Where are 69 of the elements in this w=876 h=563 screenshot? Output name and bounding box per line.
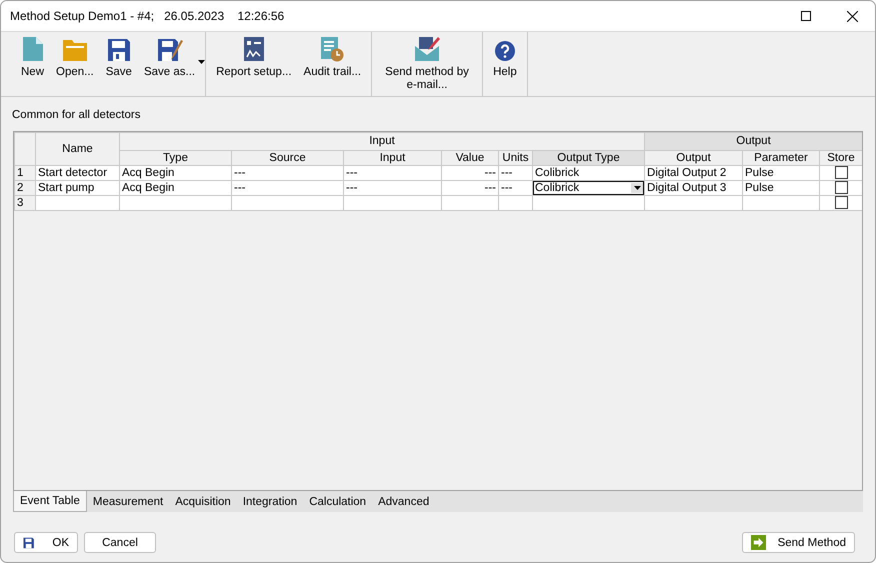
arrow-right-icon <box>750 535 766 550</box>
table-cell: Acq Begin <box>120 180 232 196</box>
document-clock-icon <box>320 36 344 62</box>
column-group-header: Output <box>644 132 862 150</box>
store-checkbox[interactable] <box>834 166 848 180</box>
table-cell: Pulse <box>742 166 820 180</box>
toolbar-button[interactable]: Open... <box>50 32 100 96</box>
tab[interactable]: Event Table <box>13 491 87 512</box>
table-cell: --- <box>344 180 442 196</box>
table-cell: --- <box>498 180 532 196</box>
column-header: Value <box>442 150 498 166</box>
table-cell: --- <box>498 166 532 180</box>
table-cell <box>442 196 498 210</box>
send-method-button[interactable]: Send Method <box>742 532 855 553</box>
ok-button[interactable]: OK <box>14 532 78 553</box>
window-title: Method Setup Demo1 - #4; 26.05.2023 12:26:56 <box>10 9 286 23</box>
toolbar-button[interactable]: New <box>15 32 50 96</box>
table-cell: --- <box>232 166 344 180</box>
maximize-icon <box>801 11 811 21</box>
tab[interactable]: Integration <box>236 491 304 512</box>
column-header: Type <box>120 150 232 166</box>
output-type-dropdown[interactable]: Colibrick <box>534 182 644 194</box>
table-cell: Colibrick <box>532 166 645 180</box>
table-cell: Digital Output 3 <box>644 180 743 196</box>
table-cell: --- <box>442 180 498 196</box>
column-header: Output <box>644 150 743 166</box>
report-icon <box>242 36 265 62</box>
toolbar-button[interactable]: Send method by e-mail... <box>376 32 478 96</box>
column-header: Parameter <box>742 150 820 166</box>
toolbar-button[interactable]: Help <box>487 32 523 96</box>
tab[interactable]: Measurement <box>86 491 170 512</box>
tab[interactable]: Advanced <box>372 491 436 512</box>
section-label: Common for all detectors <box>12 109 142 121</box>
dropdown-arrow-icon <box>634 186 641 190</box>
column-header: Name <box>36 132 120 166</box>
toolbar-button[interactable]: Save as... <box>138 32 202 96</box>
close-icon <box>846 10 858 22</box>
help-icon <box>494 40 516 62</box>
document-icon <box>22 36 44 62</box>
table-cell: --- <box>232 180 344 196</box>
column-header: Units <box>498 150 532 166</box>
column-group-header: Input <box>120 132 645 150</box>
table-cell <box>498 196 532 210</box>
column-header: Store <box>820 150 862 166</box>
tab[interactable]: Acquisition <box>169 491 237 512</box>
row-number: 2 <box>14 180 36 196</box>
envelope-pencil-icon <box>413 36 442 62</box>
table-cell: Acq Begin <box>120 166 232 180</box>
caret-icon[interactable] <box>198 60 206 64</box>
floppy-pencil-icon <box>156 36 183 62</box>
table-cell: Digital Output 2 <box>644 166 743 180</box>
column-header: Input <box>344 150 442 166</box>
toolbar-button[interactable]: Report setup... <box>210 32 298 96</box>
table-cell: Start detector <box>36 166 120 180</box>
column-header: Output Type <box>532 150 645 166</box>
folder-icon <box>62 38 88 62</box>
store-checkbox[interactable] <box>834 196 848 210</box>
column-header: Source <box>232 150 344 166</box>
toolbar-button[interactable]: Audit trail... <box>298 32 368 96</box>
tab[interactable]: Calculation <box>303 491 372 512</box>
table-cell: --- <box>344 166 442 180</box>
store-checkbox[interactable] <box>834 182 848 194</box>
table-cell: --- <box>442 166 498 180</box>
row-number: 1 <box>14 166 36 180</box>
toolbar-button[interactable]: Save <box>100 32 138 96</box>
cancel-button[interactable]: Cancel <box>84 532 156 553</box>
table-cell: Pulse <box>742 180 820 196</box>
table-cell: Start pump <box>36 180 120 196</box>
row-number: 3 <box>14 196 36 210</box>
